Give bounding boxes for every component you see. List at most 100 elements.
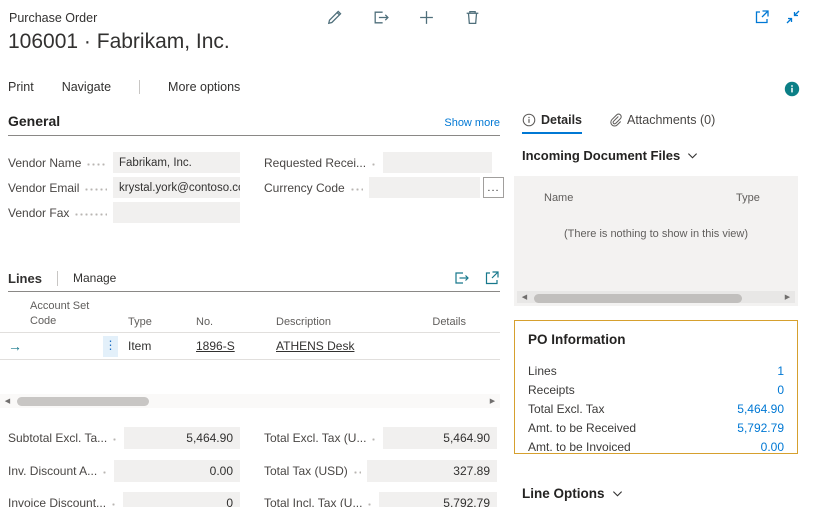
dot-leader	[112, 438, 118, 441]
empty-list-message: (There is nothing to show in this view)	[514, 228, 798, 240]
scrollbar-thumb[interactable]	[17, 397, 149, 406]
description-cell[interactable]: ATHENS Desk	[266, 339, 430, 353]
menu-print[interactable]: Print	[8, 80, 34, 94]
scroll-left-icon[interactable]: ◀	[517, 293, 532, 301]
lines-section-header: Lines Manage	[8, 265, 500, 292]
lines-divider	[57, 271, 58, 286]
popout-icon[interactable]	[754, 9, 770, 25]
scrollbar-track[interactable]	[15, 394, 485, 408]
requested-receipt-input[interactable]	[383, 152, 492, 173]
invoice-discount-pct-label: Invoice Discount...	[8, 496, 106, 507]
account-set-code-cell[interactable]: ⋮	[30, 336, 118, 357]
open-in-new-window-icon[interactable]	[484, 270, 500, 286]
total-excl-tax-row: Total Excl. Tax (U... 5,464.90	[264, 427, 497, 448]
po-info-row: Lines 1	[528, 361, 784, 380]
purchase-order-page: Purchase Order 106001 · Fabrikam, Inc. P…	[0, 0, 815, 507]
general-section-header: General Show more	[8, 113, 500, 136]
description-link[interactable]: ATHENS Desk	[276, 339, 354, 353]
total-incl-tax-value: 5,792.79	[379, 492, 497, 507]
scrollbar-thumb[interactable]	[534, 294, 742, 303]
vendor-name-label: Vendor Name	[8, 156, 81, 170]
scroll-left-icon[interactable]: ◀	[0, 397, 15, 405]
menu-more-options[interactable]: More options	[168, 80, 240, 94]
lines-horizontal-scrollbar[interactable]: ◀ ▶	[0, 394, 500, 408]
edit-icon[interactable]	[326, 9, 343, 26]
vendor-name-input[interactable]: Fabrikam, Inc.	[113, 152, 240, 173]
po-info-row: Receipts 0	[528, 380, 784, 399]
total-excl-tax-value: 5,464.90	[383, 427, 497, 449]
delete-icon[interactable]	[464, 9, 481, 26]
menu-divider	[139, 80, 140, 94]
dot-leader	[371, 163, 377, 166]
dot-leader	[350, 188, 363, 191]
factbox-tabs: Details Attachments (0)	[512, 106, 815, 134]
line-options-title: Line Options	[522, 486, 605, 501]
chevron-down-icon	[687, 152, 698, 160]
share-icon[interactable]	[453, 270, 469, 286]
item-no-link[interactable]: 1896-S	[196, 339, 235, 353]
po-total-excl-tax-value[interactable]: 5,464.90	[737, 402, 784, 416]
incoming-document-files-heading[interactable]: Incoming Document Files	[522, 148, 698, 163]
incoming-files-list: Name Type (There is nothing to show in t…	[514, 176, 798, 306]
invoice-discount-pct-row: Invoice Discount... 0	[8, 492, 240, 507]
tab-details[interactable]: Details	[522, 113, 582, 134]
collapse-icon[interactable]	[785, 9, 801, 25]
column-description[interactable]: Description	[266, 316, 430, 328]
incoming-files-name-column[interactable]: Name	[544, 192, 573, 204]
incoming-files-type-column[interactable]: Type	[736, 192, 760, 204]
toolbar	[326, 9, 481, 26]
type-cell[interactable]: Item	[118, 339, 186, 353]
requested-receipt-field-row: Requested Recei...	[264, 152, 492, 173]
column-details[interactable]: Details	[430, 316, 500, 328]
share-icon[interactable]	[372, 9, 389, 26]
lines-heading[interactable]: Lines	[8, 271, 42, 286]
dot-leader	[86, 163, 107, 166]
table-row[interactable]: → ⋮ Item 1896-S ATHENS Desk	[0, 333, 500, 360]
dot-leader	[371, 438, 377, 441]
po-lines-label: Lines	[528, 364, 557, 378]
po-amt-to-be-invoiced-label: Amt. to be Invoiced	[528, 440, 631, 454]
dot-leader	[74, 213, 107, 216]
add-icon[interactable]	[418, 9, 435, 26]
row-options-menu-icon[interactable]: ⋮	[103, 336, 118, 357]
total-tax-label: Total Tax (USD)	[264, 464, 348, 478]
manage-menu[interactable]: Manage	[73, 271, 116, 285]
incoming-files-scrollbar[interactable]: ◀ ▶	[517, 291, 795, 303]
po-information-heading: PO Information	[528, 332, 784, 347]
po-info-row: Amt. to be Received 5,792.79	[528, 418, 784, 437]
menu-bar: Print Navigate More options	[8, 80, 268, 94]
po-receipts-value[interactable]: 0	[777, 383, 784, 397]
po-amt-to-be-received-value[interactable]: 5,792.79	[737, 421, 784, 435]
tab-attachments[interactable]: Attachments (0)	[608, 113, 715, 134]
window-controls	[754, 9, 801, 25]
paperclip-icon	[608, 113, 622, 127]
dot-leader	[102, 471, 108, 474]
vendor-email-label: Vendor Email	[8, 181, 79, 195]
scroll-right-icon[interactable]: ▶	[485, 397, 500, 405]
info-icon[interactable]	[784, 81, 800, 97]
scroll-right-icon[interactable]: ▶	[780, 293, 795, 301]
chevron-down-icon	[612, 490, 623, 498]
menu-navigate[interactable]: Navigate	[62, 80, 111, 94]
vendor-email-input[interactable]: krystal.york@contoso.com	[113, 177, 240, 198]
invoice-discount-pct-value[interactable]: 0	[123, 492, 240, 507]
po-lines-value[interactable]: 1	[777, 364, 784, 378]
no-cell[interactable]: 1896-S	[186, 339, 266, 353]
inv-discount-value[interactable]: 0.00	[114, 460, 240, 482]
details-info-icon	[522, 113, 536, 127]
vendor-name-field-row: Vendor Name Fabrikam, Inc.	[8, 152, 240, 173]
vendor-fax-input[interactable]	[113, 202, 240, 223]
po-amt-to-be-invoiced-value[interactable]: 0.00	[761, 440, 784, 454]
dot-leader	[353, 471, 361, 474]
currency-code-input[interactable]	[369, 177, 480, 198]
show-more-link[interactable]: Show more	[444, 117, 500, 129]
line-options-heading[interactable]: Line Options	[522, 486, 623, 501]
total-excl-tax-label: Total Excl. Tax (U...	[264, 431, 366, 445]
currency-assist-edit-button[interactable]: ...	[483, 177, 504, 198]
tab-details-label: Details	[541, 113, 582, 127]
column-no[interactable]: No.	[186, 316, 266, 328]
total-incl-tax-label: Total Incl. Tax (U...	[264, 496, 362, 507]
scrollbar-track[interactable]	[532, 291, 780, 303]
column-type[interactable]: Type	[118, 316, 186, 328]
column-account-set-code[interactable]: Account Set Code	[30, 299, 118, 328]
